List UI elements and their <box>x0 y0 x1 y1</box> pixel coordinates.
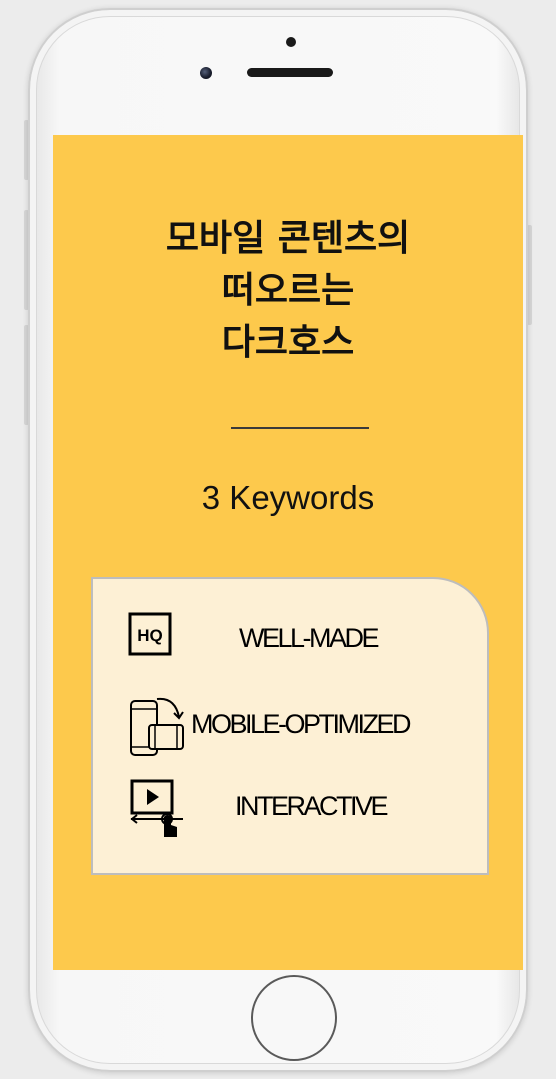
hq-icon-text: HQ <box>137 626 163 645</box>
subtitle: 3 Keywords <box>201 479 375 516</box>
keyword-label: MOBILE-OPTIMIZED <box>191 709 412 739</box>
earpiece-speaker <box>247 68 333 77</box>
keyword-label: WELL-MADE <box>239 623 380 653</box>
keyword-label: INTERACTIVE <box>235 791 389 821</box>
keyword-row-interactive: INTERACTIVE <box>93 779 491 839</box>
stage: 모바일 콘텐츠의 떠오르는 다크호스 3 Keywords HQ WELL-MA… <box>0 0 556 1079</box>
home-button[interactable] <box>251 975 337 1061</box>
title-line-3: 다크호스 <box>221 322 355 363</box>
proximity-sensor <box>286 37 296 47</box>
phone-rotate-icon <box>130 697 184 756</box>
hq-icon: HQ <box>128 612 172 656</box>
title-line-1: 모바일 콘텐츠의 <box>165 218 411 259</box>
keyword-row-mobile-optimized: MOBILE-OPTIMIZED <box>93 697 491 757</box>
front-camera-icon <box>200 67 212 79</box>
title-divider <box>231 427 369 429</box>
keywords-card: HQ WELL-MADE MOBILE-OPTIMIZED INTERACTIV… <box>91 577 489 875</box>
keyword-row-well-made: HQ WELL-MADE <box>93 611 491 671</box>
page-title: 모바일 콘텐츠의 떠오르는 다크호스 <box>53 213 523 369</box>
phone-screen: 모바일 콘텐츠의 떠오르는 다크호스 3 Keywords HQ WELL-MA… <box>53 135 523 970</box>
title-line-2: 떠오르는 <box>221 270 355 311</box>
interactive-video-icon <box>130 779 183 837</box>
